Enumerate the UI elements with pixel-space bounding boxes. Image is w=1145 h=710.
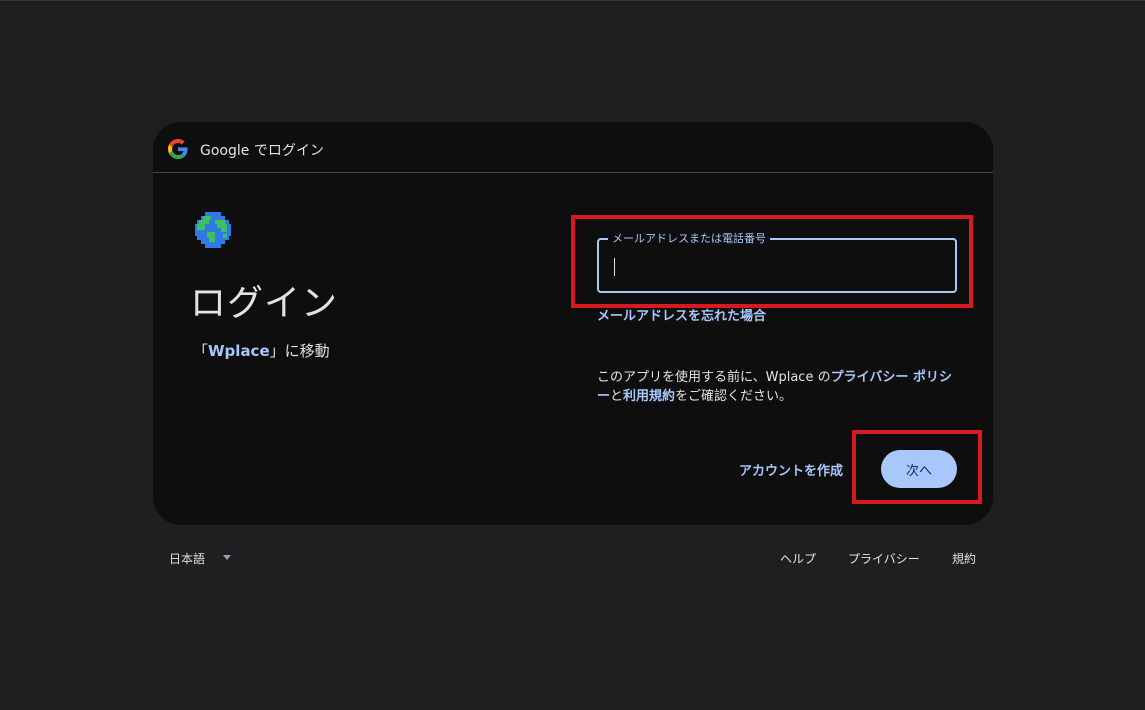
text-caret <box>614 258 615 276</box>
subtitle-suffix: 」に移動 <box>269 342 330 360</box>
terms-link[interactable]: 利用規約 <box>623 389 675 404</box>
login-card: Google でログイン ログイン 「Wplace」に移動 メールアドレスまたは… <box>153 122 993 525</box>
language-label: 日本語 <box>169 552 206 566</box>
page-title: ログイン <box>190 283 339 324</box>
footer: 日本語 ヘルプ プライバシー 規約 <box>153 546 993 568</box>
footer-privacy-link[interactable]: プライバシー <box>848 550 920 567</box>
email-field-label: メールアドレスまたは電話番号 <box>608 231 770 247</box>
notice-text-and: と <box>610 389 624 404</box>
footer-help-link[interactable]: ヘルプ <box>780 550 816 567</box>
forgot-email-link[interactable]: メールアドレスを忘れた場合 <box>597 305 766 324</box>
next-button[interactable]: 次へ <box>881 450 957 488</box>
subtitle-prefix: 「 <box>193 342 209 360</box>
app-name-link[interactable]: Wplace <box>208 342 270 360</box>
create-account-button[interactable]: アカウントを作成 <box>719 452 843 486</box>
window-border <box>0 0 1145 1</box>
consent-notice: このアプリを使用する前に、Wplace のプライバシー ポリシーと利用規約をご確… <box>597 368 957 406</box>
email-field[interactable]: メールアドレスまたは電話番号 <box>597 231 957 293</box>
notice-text-after: をご確認ください。 <box>675 389 793 404</box>
google-g-icon <box>168 139 188 159</box>
header-title: Google でログイン <box>200 143 324 159</box>
email-input[interactable] <box>611 252 945 280</box>
chevron-down-icon <box>223 555 231 560</box>
footer-terms-link[interactable]: 規約 <box>952 550 976 567</box>
globe-icon <box>195 212 231 248</box>
card-header: Google でログイン <box>153 122 993 173</box>
notice-text-before: このアプリを使用する前に、Wplace の <box>597 370 831 385</box>
page-subtitle: 「Wplace」に移動 <box>193 340 330 361</box>
